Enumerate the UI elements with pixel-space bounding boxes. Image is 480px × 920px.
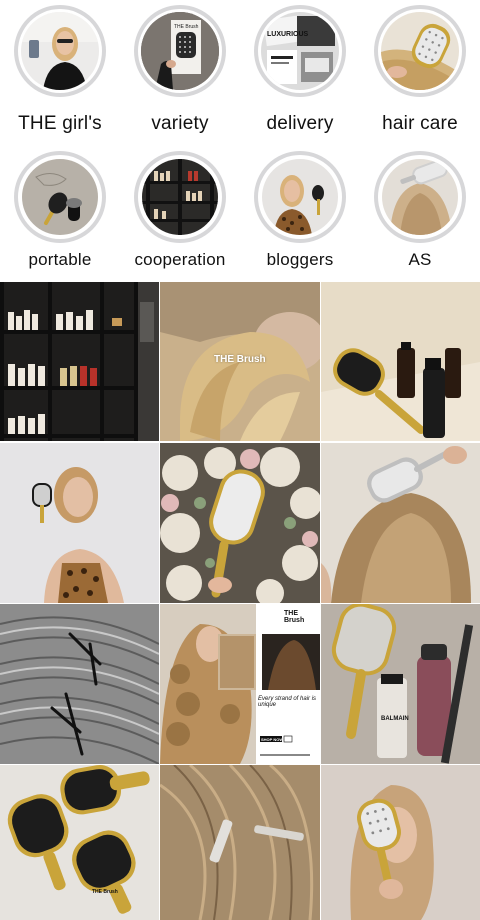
highlight-ring — [374, 151, 466, 243]
post-tile-bw-hair-pins[interactable] — [0, 604, 159, 764]
highlight-ring — [254, 151, 346, 243]
highlight-ring — [134, 151, 226, 243]
post-tile-brush-products[interactable]: BALMAIN — [321, 604, 480, 764]
highlight-thumbnail: LUXURIOUS — [261, 12, 339, 90]
highlight-ring: LUXURIOUS — [254, 5, 346, 97]
post-tile-three-gold-brushes[interactable]: THE Brush — [0, 765, 159, 920]
post-tile-hair-on-rock[interactable]: THE Brush — [160, 282, 320, 441]
post-tile-hair-clips[interactable] — [160, 765, 320, 920]
highlight-ring — [374, 5, 466, 97]
post-tile-brush-flowers[interactable] — [160, 443, 320, 603]
post-tile-collage-curly-hair[interactable]: THE Brush Every strand of hair is unique… — [160, 604, 320, 764]
highlight-ring — [14, 5, 106, 97]
post-tile-brush-in-hair[interactable] — [321, 443, 480, 603]
brush-engraving: THE Brush — [92, 889, 118, 895]
post-tile-brush-with-oils[interactable] — [321, 282, 480, 441]
highlight-thumbnail — [381, 12, 459, 90]
highlight-ring: THE Brush — [134, 5, 226, 97]
highlight-label: portable — [28, 250, 92, 269]
highlight-label: cooperation — [134, 250, 226, 269]
post-overlay-label: THE Brush — [214, 354, 266, 365]
highlight-thumbnail — [142, 159, 218, 235]
post-tile-woman-with-brush[interactable] — [321, 765, 480, 920]
highlight-label: variety — [151, 113, 209, 134]
post-brand-header: THE Brush — [284, 610, 305, 624]
box-label: THE Brush — [174, 24, 199, 30]
highlight-label: AS — [408, 250, 432, 269]
highlight-thumbnail — [382, 159, 458, 235]
post-shop-button: SHOP NOW — [261, 737, 284, 742]
highlight-label: THE girl's — [18, 113, 102, 134]
posts-grid: THE Brush THE Brush Every strand of hair… — [0, 282, 480, 920]
highlight-thumbnail — [262, 159, 338, 235]
highlight-thumbnail: THE Brush — [141, 12, 219, 90]
post-tile-store-shelves[interactable] — [0, 282, 159, 441]
story-highlights: THE girl's THE Brush variety LUXURIOUS d… — [0, 0, 480, 282]
highlight-ring — [14, 151, 106, 243]
box-label: LUXURIOUS — [267, 31, 309, 38]
post-tile-woman-leopard-dress[interactable] — [0, 443, 159, 603]
bottle-brand-label: BALMAIN — [381, 716, 409, 722]
highlight-label: bloggers — [266, 250, 334, 269]
highlight-thumbnail — [22, 159, 98, 235]
post-caption: Every strand of hair is unique — [258, 696, 317, 708]
highlight-label: delivery — [266, 113, 334, 134]
highlight-label: hair care — [382, 113, 458, 134]
highlight-thumbnail — [21, 12, 99, 90]
